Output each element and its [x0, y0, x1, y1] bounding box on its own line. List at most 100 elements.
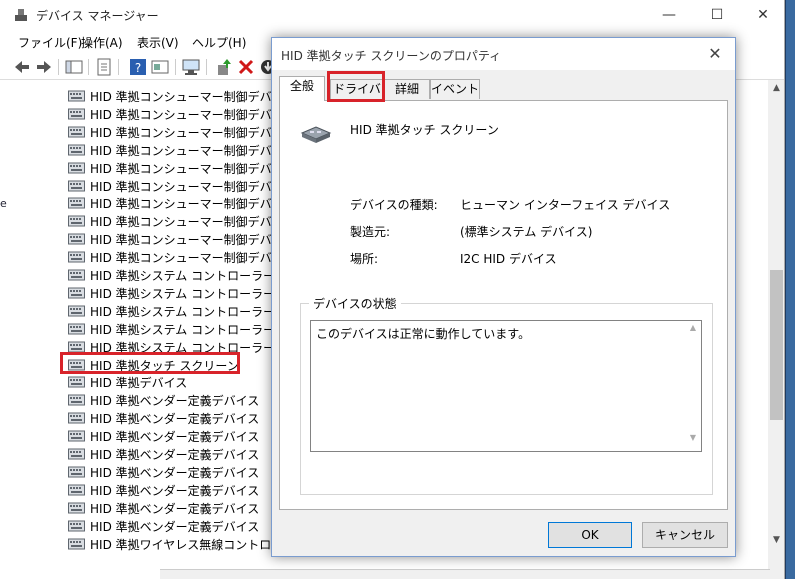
- tree-item-label: HID 準拠コンシューマー制御デバイス: [90, 251, 296, 266]
- tree-item-label: HID 準拠デバイス: [90, 376, 188, 391]
- location-label: 場所:: [350, 252, 379, 266]
- tab-details[interactable]: 詳細: [384, 79, 430, 99]
- menu-file[interactable]: ファイル(F): [18, 34, 82, 51]
- device-name: HID 準拠タッチ スクリーン: [350, 123, 499, 137]
- tree-item-label: HID 準拠システム コントローラー: [90, 322, 276, 337]
- hid-device-icon: [68, 430, 85, 442]
- tree-item-label: HID 準拠ベンダー定義デバイス: [90, 483, 260, 498]
- tree-item-label: HID 準拠コンシューマー制御デバイス: [90, 179, 296, 194]
- highlight-touch-screen-item: [60, 352, 240, 374]
- hid-device-icon: [68, 448, 85, 460]
- window-title: デバイス マネージャー: [36, 9, 159, 23]
- tree-item-label: HID 準拠システム コントローラー: [90, 269, 276, 283]
- toolbar-divider: [58, 59, 59, 75]
- scroll-down-arrow-icon[interactable]: ▼: [768, 532, 784, 548]
- device-status-group: デバイスの状態 このデバイスは正常に動作しています。 ▲ ▼: [300, 295, 713, 495]
- vertical-scrollbar[interactable]: ▲ ▼: [768, 80, 784, 579]
- status-scrollbar[interactable]: ▲ ▼: [685, 321, 701, 451]
- hid-device-icon: [68, 394, 85, 406]
- properties-dialog: HID 準拠タッチ スクリーンのプロパティ ✕ 全般 ドライバー 詳細 イベント…: [271, 37, 736, 557]
- menu-view[interactable]: 表示(V): [137, 34, 179, 51]
- hid-device-icon: [68, 287, 85, 299]
- tab-general[interactable]: 全般: [279, 76, 325, 101]
- tree-item-label: HID 準拠ベンダー定義デバイス: [90, 412, 260, 427]
- show-hidden-icon[interactable]: [150, 57, 170, 77]
- touch-screen-device-icon: [300, 126, 332, 143]
- show-hide-tree-icon[interactable]: [64, 57, 84, 77]
- tree-item-label: HID 準拠ベンダー定義デバイス: [90, 448, 260, 462]
- hid-device-icon: [68, 197, 85, 209]
- device-status-text: このデバイスは正常に動作しています。: [316, 327, 531, 341]
- status-scroll-down-icon[interactable]: ▼: [685, 433, 701, 447]
- device-status-heading: デバイスの状態: [309, 295, 401, 312]
- help-icon[interactable]: ?: [128, 57, 148, 77]
- tree-item-label: HID 準拠システム コントローラー: [90, 286, 276, 301]
- forward-arrow-icon[interactable]: [34, 57, 54, 77]
- title-bar: デバイス マネージャー — ☐ ✕: [0, 0, 784, 30]
- tree-item-label: HID 準拠コンシューマー制御デバイス: [90, 90, 296, 104]
- toolbar-divider: [118, 59, 119, 75]
- update-driver-icon[interactable]: [214, 57, 234, 77]
- uninstall-device-icon[interactable]: [236, 57, 256, 77]
- hid-device-icon: [68, 144, 85, 156]
- tab-events[interactable]: イベント: [430, 79, 480, 99]
- cancel-button[interactable]: キャンセル: [642, 522, 728, 548]
- hid-device-icon: [68, 108, 85, 120]
- hid-device-icon: [68, 215, 85, 227]
- maximize-button[interactable]: ☐: [694, 0, 740, 30]
- hid-device-icon: [68, 484, 85, 496]
- hid-device-icon: [68, 376, 85, 388]
- status-bar: [160, 569, 770, 579]
- desktop-background-edge: [786, 0, 795, 579]
- hid-device-icon: [68, 233, 85, 245]
- hid-device-icon: [68, 466, 85, 478]
- toolbar-divider: [206, 59, 207, 75]
- tree-item-label: HID 準拠ベンダー定義デバイス: [90, 465, 260, 480]
- hid-device-icon: [68, 520, 85, 532]
- hid-device-icon: [68, 323, 85, 335]
- toolbar-divider: [175, 59, 176, 75]
- hid-device-icon: [68, 305, 85, 317]
- hid-device-icon: [68, 502, 85, 514]
- scan-hardware-icon[interactable]: [181, 57, 201, 77]
- ok-button[interactable]: OK: [548, 522, 632, 548]
- hid-device-icon: [68, 90, 85, 102]
- menu-help[interactable]: ヘルプ(H): [192, 34, 246, 51]
- tree-item-label: HID 準拠コンシューマー制御デバイス: [90, 161, 296, 176]
- close-button[interactable]: ✕: [740, 0, 784, 30]
- location-value: I2C HID デバイス: [460, 252, 557, 266]
- hid-device-icon: [68, 162, 85, 174]
- tree-item-label: HID 準拠コンシューマー制御デバイス: [90, 107, 296, 122]
- hid-device-icon: [68, 341, 85, 353]
- hid-device-icon: [68, 412, 85, 424]
- tree-item-label: HID 準拠コンシューマー制御デバイス: [90, 125, 296, 140]
- scrollbar-thumb[interactable]: [770, 270, 783, 420]
- scroll-up-arrow-icon[interactable]: ▲: [768, 80, 784, 96]
- highlight-driver-tab: [327, 71, 385, 102]
- svg-text:?: ?: [135, 61, 141, 75]
- general-tab-panel: HID 準拠タッチ スクリーン デバイスの種類: ヒューマン インターフェイス …: [279, 100, 728, 510]
- hid-device-icon: [68, 180, 85, 191]
- back-arrow-icon[interactable]: [12, 57, 32, 77]
- hid-device-icon: [68, 126, 85, 138]
- tree-item-label: HID 準拠コンシューマー制御デバイス: [90, 233, 296, 248]
- dialog-close-button[interactable]: ✕: [702, 42, 728, 66]
- tree-item-label: HID 準拠コンシューマー制御デバイス: [90, 215, 296, 230]
- properties-icon[interactable]: [94, 57, 114, 77]
- tree-item-label: HID 準拠ベンダー定義デバイス: [90, 519, 260, 534]
- tree-item-label: HID 準拠ベンダー定義デバイス: [90, 394, 260, 409]
- minimize-button[interactable]: —: [646, 0, 692, 30]
- hid-device-icon: [68, 538, 85, 549]
- manufacturer-label: 製造元:: [350, 225, 391, 239]
- status-scroll-up-icon[interactable]: ▲: [685, 323, 701, 337]
- tree-item-label: HID 準拠ワイヤレス無線コントロール: [90, 537, 296, 552]
- device-type-value: ヒューマン インターフェイス デバイス: [460, 198, 671, 212]
- device-status-textbox[interactable]: このデバイスは正常に動作しています。 ▲ ▼: [310, 320, 702, 452]
- manufacturer-value: (標準システム デバイス): [460, 225, 593, 239]
- hid-device-icon: [68, 269, 85, 281]
- hid-device-icon: [68, 251, 85, 263]
- tree-item-label: HID 準拠ベンダー定義デバイス: [90, 430, 260, 445]
- menu-action[interactable]: 操作(A): [81, 34, 123, 51]
- toolbar-divider: [88, 59, 89, 75]
- device-manager-app-icon: [15, 9, 27, 21]
